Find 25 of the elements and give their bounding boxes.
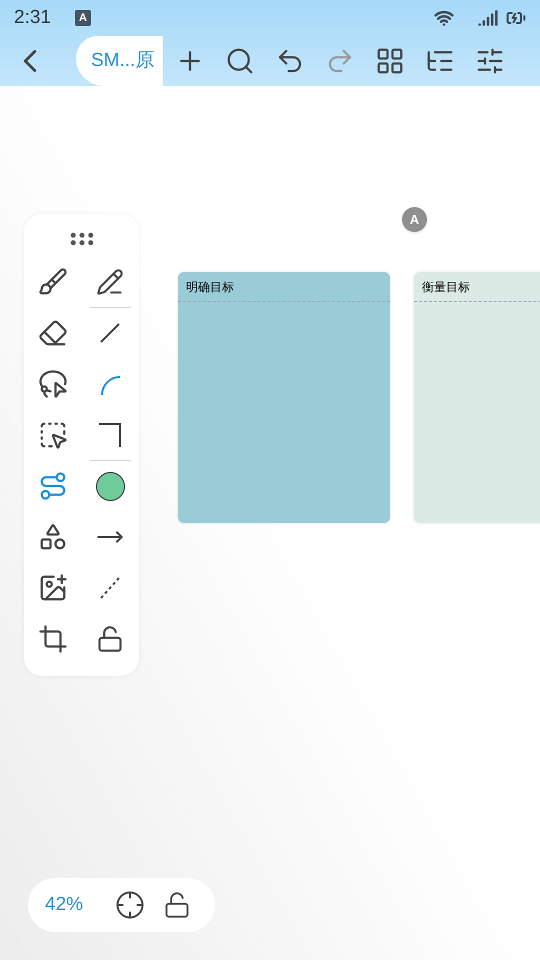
signal-icon — [478, 8, 498, 28]
unlock-icon[interactable] — [96, 624, 124, 652]
eraser-icon — [38, 318, 68, 348]
note-title: 衡量目标 — [422, 278, 470, 296]
image-add-icon — [38, 572, 68, 602]
grid-view-button[interactable] — [375, 46, 405, 76]
clock-time: 2:31 — [14, 6, 51, 30]
pencil-icon[interactable] — [96, 268, 124, 296]
box-select-icon — [38, 420, 68, 450]
crop-icon — [38, 624, 68, 654]
settings-button[interactable] — [475, 46, 505, 76]
brush-icon — [38, 266, 68, 296]
user-cursor-avatar: A — [402, 207, 427, 232]
connector-icon — [38, 470, 68, 500]
lock-button[interactable] — [163, 891, 192, 919]
sticky-note[interactable]: 衡量目标 — [414, 272, 540, 523]
color-swatch[interactable] — [96, 472, 125, 500]
search-button[interactable] — [225, 46, 255, 76]
notification-icon: A — [74, 10, 91, 26]
wifi-icon — [434, 8, 454, 28]
note-title: 明确目标 — [186, 278, 234, 296]
locate-button[interactable] — [115, 890, 146, 920]
shapes-icon — [38, 522, 68, 552]
lasso-select-icon — [38, 368, 68, 398]
sticky-note[interactable]: 明确目标 — [178, 272, 390, 523]
